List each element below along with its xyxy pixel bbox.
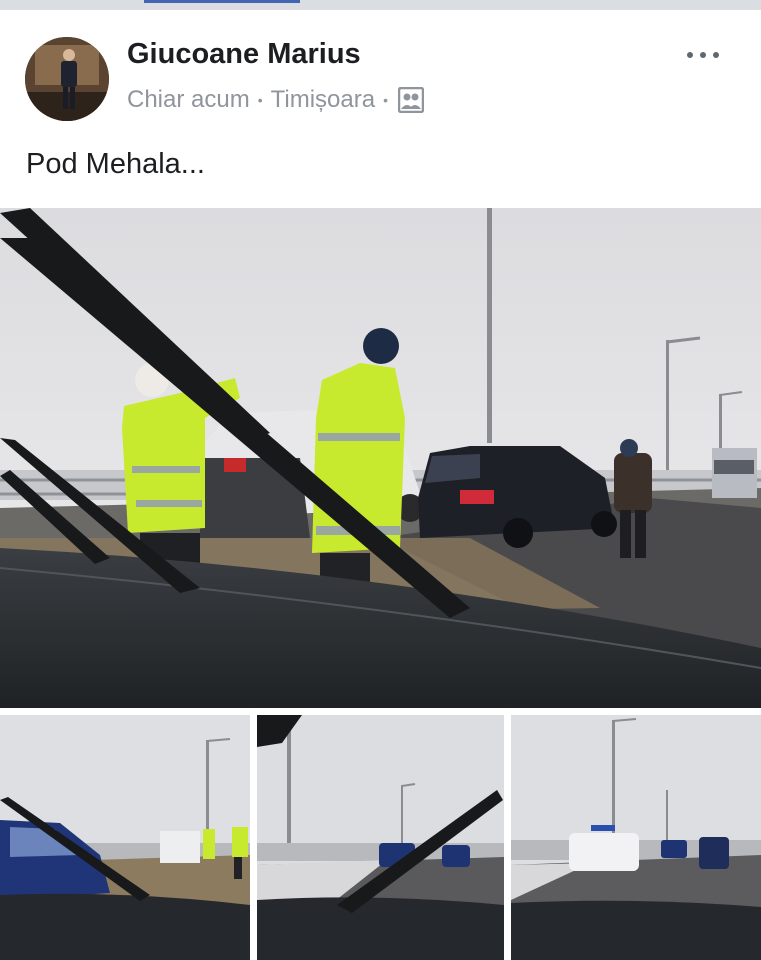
thumbnail-photo-3[interactable] <box>511 715 761 960</box>
thumbnail-photo-1[interactable] <box>0 715 250 960</box>
main-photo[interactable] <box>0 208 761 708</box>
meta-separator: • <box>257 92 263 108</box>
post-timestamp[interactable]: Chiar acum <box>127 86 250 114</box>
post-location[interactable]: Timișoara <box>271 86 375 114</box>
author-avatar[interactable] <box>25 37 109 121</box>
top-tab-bar <box>0 0 761 10</box>
author-name[interactable]: Giucoane Marius <box>127 38 361 71</box>
thumbnail-photo-2[interactable] <box>257 715 504 960</box>
post-meta: Chiar acum • Timișoara • <box>127 86 424 114</box>
meta-separator: • <box>383 92 388 108</box>
active-tab-indicator <box>144 0 300 3</box>
more-options-button[interactable] <box>680 38 726 72</box>
more-dots-icon <box>687 52 719 58</box>
friends-photo-icon[interactable] <box>398 87 424 113</box>
post-text: Pod Mehala... <box>26 148 205 180</box>
